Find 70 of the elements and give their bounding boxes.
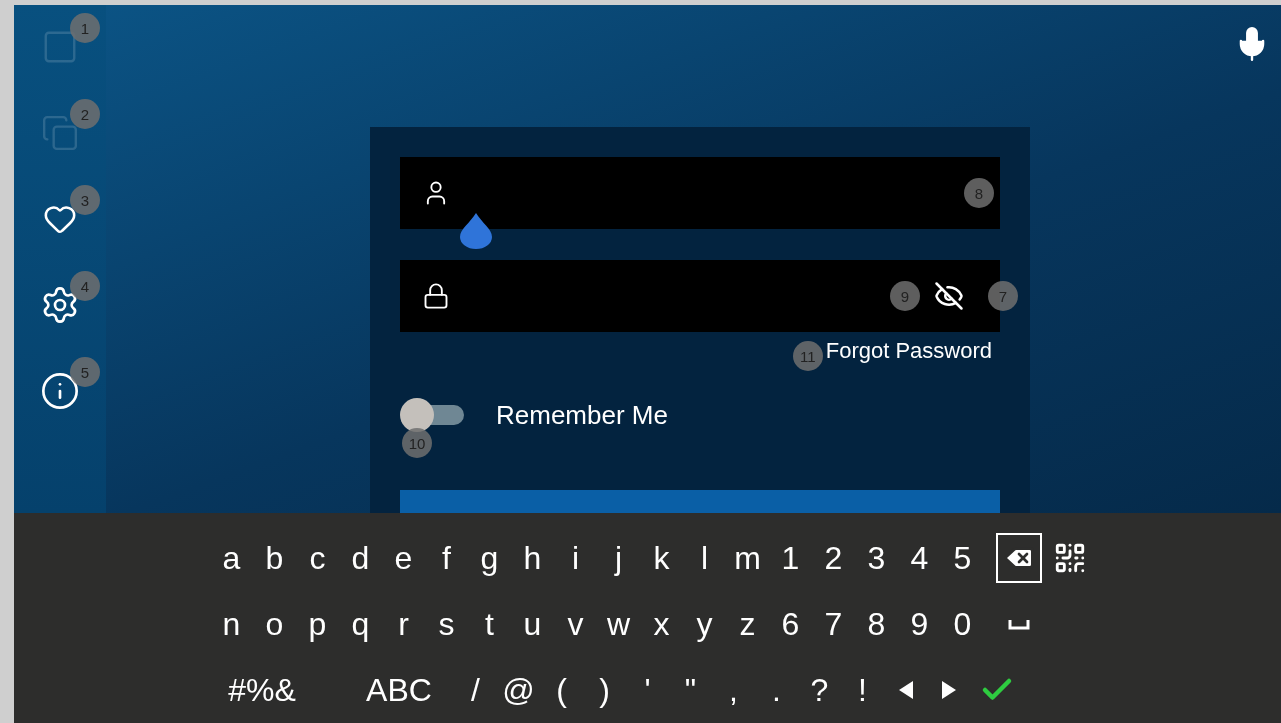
- key[interactable]: f: [425, 533, 468, 583]
- key[interactable]: h: [511, 533, 554, 583]
- key[interactable]: ABC: [344, 665, 454, 715]
- key[interactable]: 3: [855, 533, 898, 583]
- key[interactable]: k: [640, 533, 683, 583]
- key[interactable]: y: [683, 599, 726, 649]
- key[interactable]: q: [339, 599, 382, 649]
- key[interactable]: p: [296, 599, 339, 649]
- key[interactable]: v: [554, 599, 597, 649]
- key[interactable]: #%&: [210, 665, 314, 715]
- key[interactable]: (: [540, 665, 583, 715]
- key[interactable]: ): [583, 665, 626, 715]
- key[interactable]: a: [210, 533, 253, 583]
- key[interactable]: z: [726, 599, 769, 649]
- key[interactable]: o: [253, 599, 296, 649]
- key[interactable]: g: [468, 533, 511, 583]
- key[interactable]: r: [382, 599, 425, 649]
- annotation-marker: 3: [70, 185, 100, 215]
- info-icon: [40, 371, 80, 411]
- key[interactable]: 4: [898, 533, 941, 583]
- annotation-marker: 5: [70, 357, 100, 387]
- key[interactable]: @: [497, 665, 540, 715]
- key[interactable]: j: [597, 533, 640, 583]
- password-field[interactable]: [400, 260, 1000, 332]
- forgot-password-link[interactable]: Forgot Password: [825, 334, 992, 367]
- right-arrow-icon: [941, 681, 956, 699]
- key[interactable]: ": [669, 665, 712, 715]
- show-password-button[interactable]: [934, 281, 964, 311]
- key[interactable]: ?: [798, 665, 841, 715]
- key[interactable]: x: [640, 599, 683, 649]
- key[interactable]: w: [597, 599, 640, 649]
- annotation-marker: 1: [70, 13, 100, 43]
- key[interactable]: e: [382, 533, 425, 583]
- annotation-marker: 7: [988, 281, 1018, 311]
- key[interactable]: !: [841, 665, 884, 715]
- remember-me-toggle[interactable]: [400, 398, 466, 432]
- key[interactable]: 1: [769, 533, 812, 583]
- key[interactable]: c: [296, 533, 339, 583]
- key[interactable]: i: [554, 533, 597, 583]
- key[interactable]: b: [253, 533, 296, 583]
- space-icon: [1008, 618, 1030, 630]
- key[interactable]: 7: [812, 599, 855, 649]
- stacked-squares-icon: [41, 114, 79, 152]
- key[interactable]: /: [454, 665, 497, 715]
- annotation-marker: 2: [70, 99, 100, 129]
- remember-me-label: Remember Me: [496, 399, 668, 431]
- key[interactable]: ,: [712, 665, 755, 715]
- key[interactable]: 9: [898, 599, 941, 649]
- key[interactable]: u: [511, 599, 554, 649]
- key[interactable]: 8: [855, 599, 898, 649]
- lock-icon: [422, 282, 450, 310]
- key[interactable]: .: [755, 665, 798, 715]
- annotation-marker: 11: [792, 341, 823, 371]
- key[interactable]: s: [425, 599, 468, 649]
- annotation-marker: 4: [70, 271, 100, 301]
- username-field[interactable]: [400, 157, 1000, 229]
- key[interactable]: ': [626, 665, 669, 715]
- annotation-marker: 10: [402, 428, 432, 458]
- key[interactable]: t: [468, 599, 511, 649]
- key[interactable]: n: [210, 599, 253, 649]
- backspace-key[interactable]: [996, 533, 1042, 583]
- key[interactable]: m: [726, 533, 769, 583]
- eye-off-icon: [934, 281, 964, 311]
- key[interactable]: 6: [769, 599, 812, 649]
- key[interactable]: 5: [941, 533, 984, 583]
- key[interactable]: l: [683, 533, 726, 583]
- key[interactable]: d: [339, 533, 382, 583]
- key[interactable]: 0: [941, 599, 984, 649]
- left-arrow-icon: [898, 681, 913, 699]
- key[interactable]: 2: [812, 533, 855, 583]
